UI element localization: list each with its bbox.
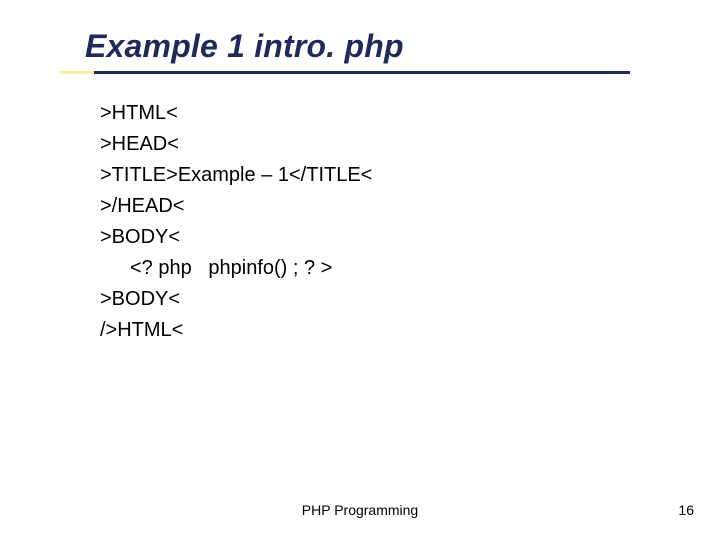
title-underline <box>60 71 630 74</box>
page-number: 16 <box>678 502 694 518</box>
footer-text: PHP Programming <box>0 502 720 518</box>
code-line: >BODY< <box>100 222 665 253</box>
code-line: <? php phpinfo() ; ? > <box>100 253 665 284</box>
slide: Example 1 intro. php >HTML< >HEAD< >TITL… <box>0 0 720 540</box>
code-line: >HTML< <box>100 98 665 129</box>
code-line: />HTML< <box>100 315 665 346</box>
code-line: >TITLE>Example – 1</TITLE< <box>100 160 665 191</box>
code-block: >HTML< >HEAD< >TITLE>Example – 1</TITLE<… <box>85 98 665 346</box>
slide-title: Example 1 intro. php <box>85 28 665 65</box>
code-line: >HEAD< <box>100 129 665 160</box>
code-line: >BODY< <box>100 284 665 315</box>
code-line: >/HEAD< <box>100 191 665 222</box>
